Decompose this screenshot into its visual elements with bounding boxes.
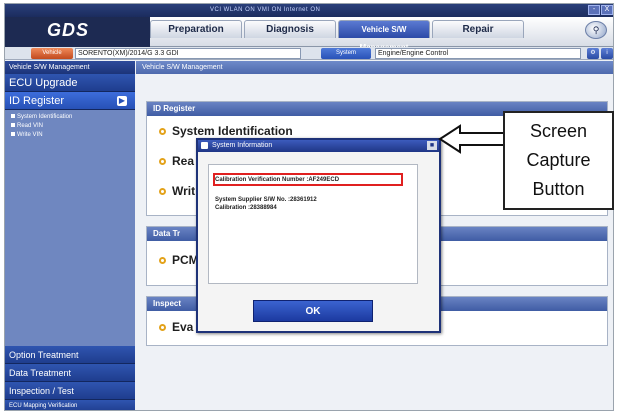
sidebar-item-label: ID Register	[9, 95, 65, 107]
vehicle-button[interactable]: Vehicle	[31, 48, 73, 59]
screen-capture-callout: Screen Capture Button	[503, 111, 614, 210]
sub-label: Read VIN	[17, 123, 44, 129]
close-window-button[interactable]: X	[601, 5, 613, 15]
radio-icon	[159, 324, 166, 332]
callout-line: Button	[532, 179, 585, 199]
tab-vehicle-sw-management[interactable]: Vehicle S/W Management	[338, 20, 430, 52]
status-bar: VCI WLAN ON VMI ON Internet ON - X	[5, 4, 613, 17]
vehicle-field[interactable]: SORENTO(XM)/2014/G 3.3 GDI	[75, 48, 301, 59]
connection-status: VCI WLAN ON VMI ON Internet ON	[210, 7, 321, 13]
item-pcm[interactable]: PCM	[159, 253, 199, 267]
sidebar-item-inspection-test[interactable]: Inspection / Test	[5, 382, 135, 400]
item-evaluation[interactable]: Eva	[159, 320, 193, 334]
search-icon[interactable]: ⚲	[585, 21, 607, 39]
item-read-vin[interactable]: Rea	[159, 154, 194, 168]
sidebar-item-ecu-upgrade[interactable]: ECU Upgrade	[5, 74, 135, 92]
logo-area: GDS	[5, 17, 150, 47]
item-label: System Identification	[172, 124, 293, 138]
item-label: Writ	[172, 184, 196, 198]
item-write-vin[interactable]: Writ	[159, 184, 195, 198]
settings-icon[interactable]: ⚙	[587, 48, 599, 59]
radio-icon	[159, 128, 166, 136]
sidebar: Vehicle S/W Management ECU Upgrade ID Re…	[5, 61, 135, 410]
sidebar-item-ecu-mapping[interactable]: ECU Mapping Verification	[5, 400, 135, 410]
window-icon	[201, 142, 208, 149]
sidebar-header: Vehicle S/W Management	[5, 61, 135, 74]
callout-line: Capture	[526, 150, 591, 170]
gds-logo: GDS	[47, 20, 90, 40]
sub-label: System Identification	[17, 114, 73, 120]
bullet-icon	[11, 114, 15, 119]
minimize-button[interactable]: -	[588, 5, 600, 15]
arrow-right-icon: ▶	[117, 96, 127, 106]
tab-repair[interactable]: Repair	[432, 20, 524, 38]
radio-icon	[159, 188, 166, 196]
sidebar-sub-read-vin[interactable]: Read VIN	[5, 122, 135, 131]
ok-button[interactable]: OK	[253, 300, 373, 322]
vehicle-bar: Vehicle SORENTO(XM)/2014/G 3.3 GDI Syste…	[5, 47, 613, 60]
calibration-number: Calibration :28388984	[215, 205, 277, 211]
sidebar-item-option-treatment[interactable]: Option Treatment	[5, 346, 135, 364]
bullet-icon	[11, 123, 15, 128]
system-information-dialog: System Information ■ Calibration Verific…	[196, 138, 441, 333]
item-label: Eva	[172, 320, 194, 334]
screen-capture-button[interactable]: ■	[427, 141, 437, 150]
system-button[interactable]: System	[321, 48, 371, 59]
radio-icon	[159, 257, 166, 265]
sidebar-item-id-register[interactable]: ID Register ▶	[5, 92, 135, 110]
callout-line: Screen	[529, 121, 588, 141]
system-field[interactable]: Engine/Engine Control	[375, 48, 581, 59]
supplier-sw-number: System Supplier S/W No. :28361912	[215, 197, 317, 203]
breadcrumb: Vehicle S/W Management	[136, 61, 613, 74]
item-label: PCM	[172, 253, 199, 267]
tab-preparation[interactable]: Preparation	[150, 20, 242, 38]
app-header: GDS Preparation Diagnosis Vehicle S/W Ma…	[5, 17, 613, 52]
dialog-title: System Information	[212, 142, 273, 149]
sub-label: Write VIN	[17, 132, 43, 138]
item-system-identification[interactable]: System Identification	[159, 124, 293, 138]
info-icon[interactable]: i	[601, 48, 613, 59]
bullet-icon	[11, 132, 15, 137]
dialog-body: Calibration Verification Number :AF249EC…	[208, 164, 418, 284]
tab-diagnosis[interactable]: Diagnosis	[244, 20, 336, 38]
dialog-title-bar: System Information ■	[198, 140, 439, 152]
callout-arrow-icon	[438, 124, 507, 154]
sidebar-bottom: Option Treatment Data Treatment Inspecti…	[5, 346, 135, 410]
sidebar-item-data-treatment[interactable]: Data Treatment	[5, 364, 135, 382]
main-tabs: Preparation Diagnosis Vehicle S/W Manage…	[150, 20, 526, 52]
sidebar-sub-system-identification[interactable]: System Identification	[5, 113, 135, 122]
sidebar-sub-write-vin[interactable]: Write VIN	[5, 131, 135, 140]
item-label: Rea	[172, 154, 195, 168]
calibration-verification-number: Calibration Verification Number :AF249EC…	[215, 177, 340, 183]
radio-icon	[159, 158, 166, 166]
